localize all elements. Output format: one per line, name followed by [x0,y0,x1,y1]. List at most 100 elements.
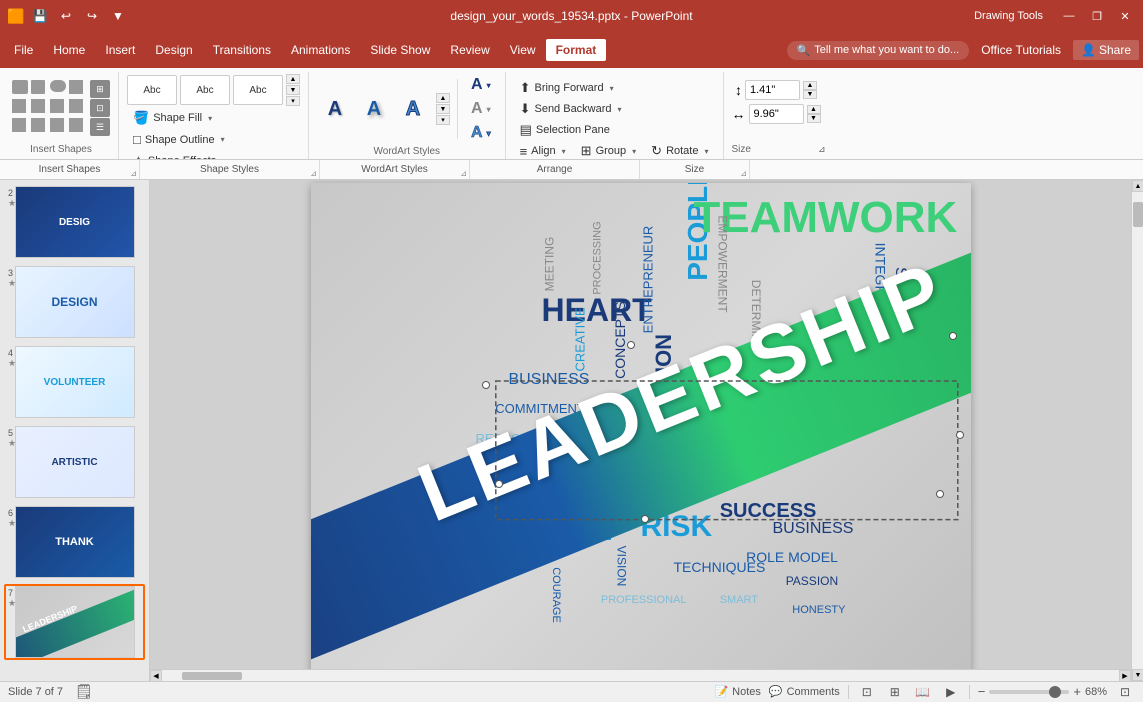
text-outline-btn[interactable]: A ▾ [465,98,497,120]
shape-effects-btn[interactable]: ✦ Shape Effects ▾ [127,151,232,160]
insert-shapes-expand[interactable]: ⊿ [130,169,137,178]
wordart-style-2[interactable]: A [356,91,392,127]
menu-review[interactable]: Review [440,39,499,61]
shape-styles-scroll-down[interactable]: ▼ [286,85,300,95]
shape-styles-scroll-up[interactable]: ▲ [286,74,300,84]
selection-pane-btn[interactable]: ▤ Selection Pane [514,120,616,140]
width-up[interactable]: ▲ [807,105,821,114]
restore-button[interactable]: ❐ [1087,6,1107,26]
slide-thumb-4[interactable]: 4 ★ VOLUNTEER [4,344,145,420]
shape-styles-more[interactable]: ▾ [286,96,300,106]
menu-animations[interactable]: Animations [281,39,360,61]
sel-handle-mr[interactable] [956,431,964,439]
height-up[interactable]: ▲ [803,81,817,90]
scroll-left-btn[interactable]: ◀ [150,670,162,682]
wordart-scroll-down[interactable]: ▼ [436,104,450,114]
shape-styles-expand[interactable]: ⊿ [310,169,317,178]
zoom-slider[interactable] [989,690,1069,694]
shape-pentagon[interactable] [31,99,45,113]
width-input[interactable] [749,104,804,124]
shape-diamond[interactable] [12,99,26,113]
slide-sorter-btn[interactable]: ⊞ [885,682,905,702]
shape-oval[interactable] [50,80,66,92]
shape-curve[interactable] [50,118,64,132]
scroll-thumb-h[interactable] [182,672,242,680]
scroll-thumb-v[interactable] [1133,202,1143,227]
menu-home[interactable]: Home [43,39,95,61]
shape-callout[interactable] [69,99,83,113]
shape-arrow[interactable] [50,99,64,113]
wordart-expand[interactable]: ⊿ [460,169,467,178]
menu-slideshow[interactable]: Slide Show [360,39,440,61]
shape-line[interactable] [12,80,28,94]
reading-view-btn[interactable]: 📖 [913,682,933,702]
sel-handle-tr[interactable] [949,332,957,340]
zoom-in-btn[interactable]: + [1073,684,1081,699]
fit-slide-btn[interactable]: ⊡ [1115,682,1135,702]
height-input[interactable] [745,80,800,100]
more-shapes-btn[interactable]: ☰ [90,118,110,136]
scroll-up-btn[interactable]: ▲ [1132,180,1143,192]
canvas-area[interactable]: ▲ ▼ PEOPLE HEART INSPIRATION BUSINESS RE… [150,180,1143,681]
shape-triangle[interactable] [69,80,83,94]
size-expand[interactable]: ⊿ [740,169,747,178]
size-expand-icon[interactable]: ⊿ [818,144,826,155]
shape-block[interactable] [31,118,45,132]
width-down[interactable]: ▼ [807,114,821,123]
slide-thumb-6[interactable]: 6 ★ THANK [4,504,145,580]
shape-outline-btn[interactable]: □ Shape Outline ▾ [127,130,231,149]
group-btn[interactable]: ⊞ Group ▾ [575,141,643,160]
minimize-button[interactable]: — [1059,6,1079,26]
slide-thumb-7[interactable]: 7 ★ LEADERSHIP [4,584,145,660]
slide-canvas[interactable]: PEOPLE HEART INSPIRATION BUSINESS RESPON… [311,183,971,678]
slide-thumb-2[interactable]: 2 ★ DESIG [4,184,145,260]
tell-me-input[interactable]: 🔍 Tell me what you want to do... [787,41,970,60]
shape-style-2[interactable]: Abc [180,75,230,105]
qat-more[interactable]: ▼ [108,6,128,26]
wordart-style-3[interactable]: A [395,91,431,127]
comments-btn[interactable]: 💬 Comments [769,685,840,698]
notes-pane-btn[interactable]: 🗒 [75,683,93,700]
rotate-btn[interactable]: ↻ Rotate ▾ [645,141,714,160]
text-effects-btn[interactable]: A ▾ [465,122,497,144]
qat-redo[interactable]: ↪ [82,6,102,26]
zoom-out-btn[interactable]: − [978,684,986,699]
qat-undo[interactable]: ↩ [56,6,76,26]
sel-handle-tm[interactable] [627,341,635,349]
close-button[interactable]: ✕ [1115,6,1135,26]
send-backward-btn[interactable]: ⬇ Send Backward ▾ [514,99,628,119]
menu-insert[interactable]: Insert [95,39,145,61]
notes-btn[interactable]: 📝 Notes [714,685,760,698]
menu-view[interactable]: View [500,39,546,61]
sel-handle-bl[interactable] [495,480,503,488]
edit-points-btn[interactable]: ⊞ [90,80,110,98]
shape-fill-btn[interactable]: 🪣 Shape Fill ▾ [127,108,218,128]
scroll-down-btn[interactable]: ▼ [1132,669,1143,681]
sel-handle-br[interactable] [936,490,944,498]
height-down[interactable]: ▼ [803,90,817,99]
sel-handle-tl[interactable] [482,381,490,389]
bring-forward-btn[interactable]: ⬆ Bring Forward ▾ [514,78,620,98]
slideshow-btn[interactable]: ▶ [941,682,961,702]
menu-format[interactable]: Format [546,39,607,61]
qat-save[interactable]: 💾 [30,6,50,26]
shape-freeform[interactable] [69,118,83,132]
sel-handle-bm[interactable] [641,515,649,523]
wordart-style-1[interactable]: A [317,91,353,127]
share-button[interactable]: 👤 Share [1073,40,1139,60]
slide-thumb-5[interactable]: 5 ★ ARTISTIC [4,424,145,500]
menu-transitions[interactable]: Transitions [203,39,281,61]
wordart-more[interactable]: ▾ [436,115,450,125]
slide-thumb-3[interactable]: 3 ★ DESIGN [4,264,145,340]
merge-shapes-btn[interactable]: ⊡ [90,99,110,117]
shape-style-3[interactable]: Abc [233,75,283,105]
shape-rect[interactable] [31,80,45,94]
align-btn[interactable]: ≡ Align ▾ [514,141,572,160]
menu-design[interactable]: Design [145,39,202,61]
wordart-scroll-up[interactable]: ▲ [436,93,450,103]
scroll-right-btn[interactable]: ▶ [1119,670,1131,682]
shape-star[interactable] [12,118,26,132]
text-fill-btn[interactable]: A ▾ [465,74,497,96]
shape-style-1[interactable]: Abc [127,75,177,105]
menu-file[interactable]: File [4,39,43,61]
